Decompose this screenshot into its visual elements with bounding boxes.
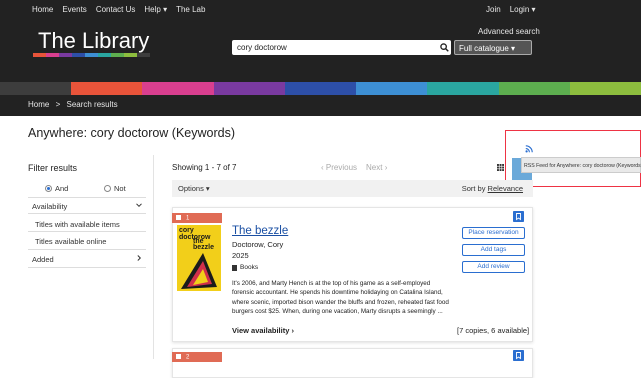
added-label: Added xyxy=(32,255,54,264)
logo-bar-segment xyxy=(124,53,137,57)
result-author[interactable]: Doctorow, Cory xyxy=(232,240,283,249)
logo-bar-segment xyxy=(111,53,124,57)
copies-count: [7 copies, 6 available] xyxy=(457,326,530,335)
checkbox-icon[interactable] xyxy=(176,215,181,220)
added-toggle[interactable]: Added xyxy=(28,255,146,264)
page-title: Anywhere: cory doctorow (Keywords) xyxy=(28,126,236,140)
next-page-link[interactable]: Next › xyxy=(366,163,387,172)
stripe-segment xyxy=(498,82,570,95)
filter-and-label: And xyxy=(55,184,69,193)
book-icon xyxy=(232,264,237,271)
main-nav: Home Events Contact Us Help ▾ The Lab xyxy=(32,5,205,14)
nav-help-menu[interactable]: Help ▾ xyxy=(144,5,167,14)
column-divider xyxy=(153,155,154,359)
filter-not-radio[interactable]: Not xyxy=(104,184,126,193)
book-cover-image[interactable]: cory doctorow the bezzle xyxy=(177,225,221,291)
stripe-segment xyxy=(0,82,72,95)
results-toolbar: Options ▾ Sort by Relevance xyxy=(172,180,533,197)
radio-selected-icon xyxy=(45,185,52,192)
rainbow-stripe xyxy=(0,82,641,95)
stripe-segment xyxy=(427,82,499,95)
add-review-button[interactable]: Add review xyxy=(462,261,525,273)
nav-lab-link[interactable]: The Lab xyxy=(176,5,205,14)
cover-art-graphic xyxy=(181,253,217,289)
result-number: 2 xyxy=(186,354,190,361)
breadcrumb-current: Search results xyxy=(66,100,118,109)
chevron-down-icon[interactable] xyxy=(136,202,142,208)
sort-value[interactable]: Relevance xyxy=(488,184,523,193)
result-number-tag[interactable]: 2 xyxy=(172,352,222,362)
breadcrumb-home[interactable]: Home xyxy=(28,100,49,109)
result-title-link[interactable]: The bezzle xyxy=(232,225,288,237)
filter-not-label: Not xyxy=(114,184,126,193)
chevron-right-icon[interactable] xyxy=(136,255,142,261)
view-availability-link[interactable]: View availability › xyxy=(232,326,294,335)
breadcrumb: Home > Search results xyxy=(0,95,641,116)
pagination: ‹ Previous Next › xyxy=(321,163,387,172)
login-menu[interactable]: Login ▾ xyxy=(510,5,536,14)
nav-contact-link[interactable]: Contact Us xyxy=(96,5,136,14)
logo-bar-segment xyxy=(46,53,59,57)
site-header: Home Events Contact Us Help ▾ The Lab Jo… xyxy=(0,0,641,82)
advanced-search-link[interactable]: Advanced search xyxy=(478,27,540,36)
grid-view-icon[interactable] xyxy=(497,164,504,171)
previous-page-link[interactable]: ‹ Previous xyxy=(321,163,357,172)
logo-color-bar xyxy=(33,53,150,57)
filter-divider xyxy=(28,213,146,214)
bookmark-icon[interactable] xyxy=(513,211,524,222)
result-card xyxy=(172,348,533,378)
filter-and-radio[interactable]: And xyxy=(45,184,68,193)
logo-bar-segment xyxy=(72,53,85,57)
logo-bar-segment xyxy=(85,53,98,57)
filter-divider xyxy=(28,267,146,268)
filter-divider xyxy=(28,197,146,198)
stripe-segment xyxy=(356,82,428,95)
nav-events-link[interactable]: Events xyxy=(62,5,86,14)
stripe-segment xyxy=(213,82,285,95)
sort-control[interactable]: Sort by Relevance xyxy=(462,184,523,193)
breadcrumb-separator: > xyxy=(55,100,61,109)
result-description: It's 2006, and Marty Hench is at the top… xyxy=(232,280,449,316)
filter-option-available-items[interactable]: Titles with available items xyxy=(28,220,146,229)
search-input[interactable]: cory doctorow xyxy=(232,40,451,55)
add-tags-button[interactable]: Add tags xyxy=(462,244,525,256)
format-label: Books xyxy=(240,264,259,271)
checkbox-icon[interactable] xyxy=(176,354,181,359)
search-icon[interactable] xyxy=(440,43,449,52)
radio-unselected-icon xyxy=(104,185,111,192)
options-menu[interactable]: Options ▾ xyxy=(178,184,210,193)
result-number: 1 xyxy=(186,215,190,222)
filter-divider xyxy=(28,231,146,232)
stripe-segment xyxy=(71,82,143,95)
stripe-segment xyxy=(142,82,214,95)
availability-label: Availability xyxy=(32,202,68,211)
result-year: 2025 xyxy=(232,251,249,260)
filter-divider xyxy=(28,249,146,250)
logo-bar-segment xyxy=(98,53,111,57)
bookmark-icon[interactable] xyxy=(513,350,524,361)
filter-option-available-online[interactable]: Titles available online xyxy=(28,237,146,246)
sort-label: Sort by xyxy=(461,184,488,193)
result-format: Books xyxy=(232,264,258,271)
filter-heading: Filter results xyxy=(28,163,78,173)
catalogue-select[interactable]: Full catalogue ▾ xyxy=(454,40,532,55)
join-link[interactable]: Join xyxy=(486,5,501,14)
nav-home-link[interactable]: Home xyxy=(32,5,53,14)
logo-bar-segment xyxy=(59,53,72,57)
result-number-tag[interactable]: 1 xyxy=(172,213,222,223)
rss-icon[interactable] xyxy=(525,145,533,153)
site-logo[interactable]: The Library xyxy=(38,28,149,54)
place-reservation-button[interactable]: Place reservation xyxy=(462,227,525,239)
rss-tooltip: RSS Feed for Anywhere: cory doctorow (Ke… xyxy=(521,157,641,173)
results-count: Showing 1 - 7 of 7 xyxy=(172,163,237,172)
stripe-segment xyxy=(569,82,641,95)
availability-toggle[interactable]: Availability xyxy=(28,202,146,211)
account-nav: Join Login ▾ xyxy=(486,5,536,14)
logo-bar-segment xyxy=(137,53,150,57)
stripe-segment xyxy=(284,82,357,95)
logo-bar-segment xyxy=(33,53,46,57)
